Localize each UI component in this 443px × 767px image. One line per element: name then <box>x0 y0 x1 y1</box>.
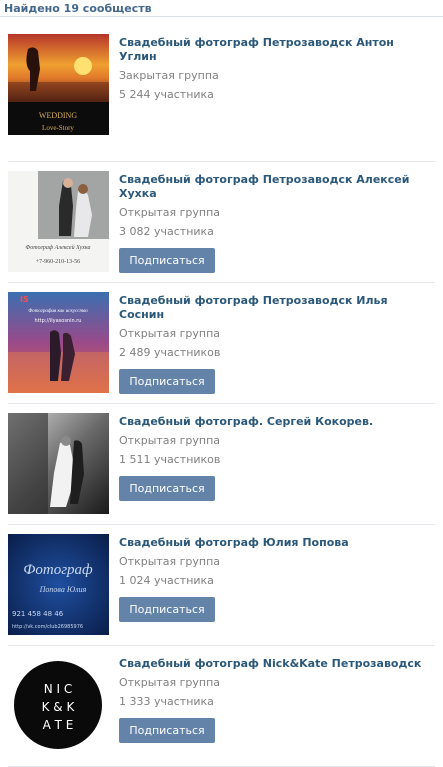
community-info: Свадебный фотограф Юлия Попова Открытая … <box>119 536 431 622</box>
community-avatar-popova[interactable]: Фотограф Попова Юлия 921 458 48 46 http:… <box>8 534 109 635</box>
member-count: 1 333 участника <box>119 695 214 708</box>
community-name-link[interactable]: Свадебный фотограф Петрозаводск Алексей … <box>119 173 431 201</box>
avatar-text: Фотография как искусство <box>28 309 88 314</box>
list-item: Фотограф Попова Юлия 921 458 48 46 http:… <box>0 525 443 646</box>
list-item: Фотограф Алексей Хухка +7-960-210-13-56 … <box>0 162 443 283</box>
community-info: Свадебный фотограф Петрозаводск Антон Уг… <box>119 36 431 101</box>
group-type: Открытая группа <box>119 555 221 568</box>
subscribe-button[interactable]: Подписаться <box>119 718 215 743</box>
community-avatar-kokorev[interactable] <box>8 413 109 514</box>
community-avatar-khukhka[interactable]: Фотограф Алексей Хухка +7-960-210-13-56 <box>8 171 109 272</box>
member-count: 1 024 участника <box>119 574 214 587</box>
community-info: Свадебный фотограф Петрозаводск Алексей … <box>119 173 431 273</box>
subscribe-button[interactable]: Подписаться <box>119 476 215 501</box>
avatar-text: Фотограф <box>23 562 93 578</box>
community-avatar-uglin[interactable]: WEDDING Love-Story <box>8 34 109 135</box>
avatar-text: K & K <box>42 700 76 714</box>
community-avatar-nickkate[interactable]: N I C K & K A T E <box>8 655 109 756</box>
group-type: Открытая группа <box>119 206 221 219</box>
avatar-text: Попова Юлия <box>39 585 87 594</box>
community-name-link[interactable]: Свадебный фотограф Петрозаводск Илья Сос… <box>119 294 431 322</box>
results-count-header: Найдено 19 сообществ <box>0 0 443 17</box>
member-count: 1 511 участников <box>119 453 221 466</box>
community-info: Свадебный фотограф Nick&Kate Петрозаводс… <box>119 657 431 743</box>
list-item: Свадебный фотограф. Сергей Кокорев. Откр… <box>0 404 443 525</box>
community-name-link[interactable]: Свадебный фотограф Nick&Kate Петрозаводс… <box>119 657 431 671</box>
group-type: Открытая группа <box>119 676 221 689</box>
community-name-link[interactable]: Свадебный фотограф. Сергей Кокорев. <box>119 415 431 429</box>
avatar-text: http://ilyasosnin.ru <box>35 318 82 324</box>
list-item: IS Фотография как искусство http://ilyas… <box>0 283 443 404</box>
list-item: WEDDING Love-Story Свадебный фотограф Пе… <box>0 17 443 162</box>
group-type: Закрытая группа <box>119 69 219 82</box>
subscribe-button[interactable]: Подписаться <box>119 597 215 622</box>
avatar-text: 921 458 48 46 <box>12 610 64 618</box>
group-type: Открытая группа <box>119 327 221 340</box>
community-info: Свадебный фотограф. Сергей Кокорев. Откр… <box>119 415 431 501</box>
subscribe-button[interactable]: Подписаться <box>119 369 215 394</box>
subscribe-button[interactable]: Подписаться <box>119 248 215 273</box>
member-count: 2 489 участников <box>119 346 221 359</box>
avatar-text: A T E <box>43 718 74 732</box>
community-name-link[interactable]: Свадебный фотограф Петрозаводск Антон Уг… <box>119 36 431 64</box>
avatar-text: Фотограф Алексей Хухка <box>25 244 90 251</box>
avatar-text: N I C <box>44 682 73 696</box>
group-type: Открытая группа <box>119 434 221 447</box>
member-count: 3 082 участника <box>119 225 214 238</box>
avatar-text: +7-960-210-13-56 <box>36 259 80 265</box>
community-avatar-sosnin[interactable]: IS Фотография как искусство http://ilyas… <box>8 292 109 393</box>
community-info: Свадебный фотограф Петрозаводск Илья Сос… <box>119 294 431 394</box>
avatar-text: Love-Story <box>42 124 74 132</box>
list-item: N I C K & K A T E Свадебный фотограф Nic… <box>0 646 443 767</box>
avatar-text: http://vk.com/club26985976 <box>12 624 83 630</box>
avatar-text: WEDDING <box>39 111 77 120</box>
community-name-link[interactable]: Свадебный фотограф Юлия Попова <box>119 536 431 550</box>
member-count: 5 244 участника <box>119 88 214 101</box>
svg-text:IS: IS <box>20 295 29 304</box>
